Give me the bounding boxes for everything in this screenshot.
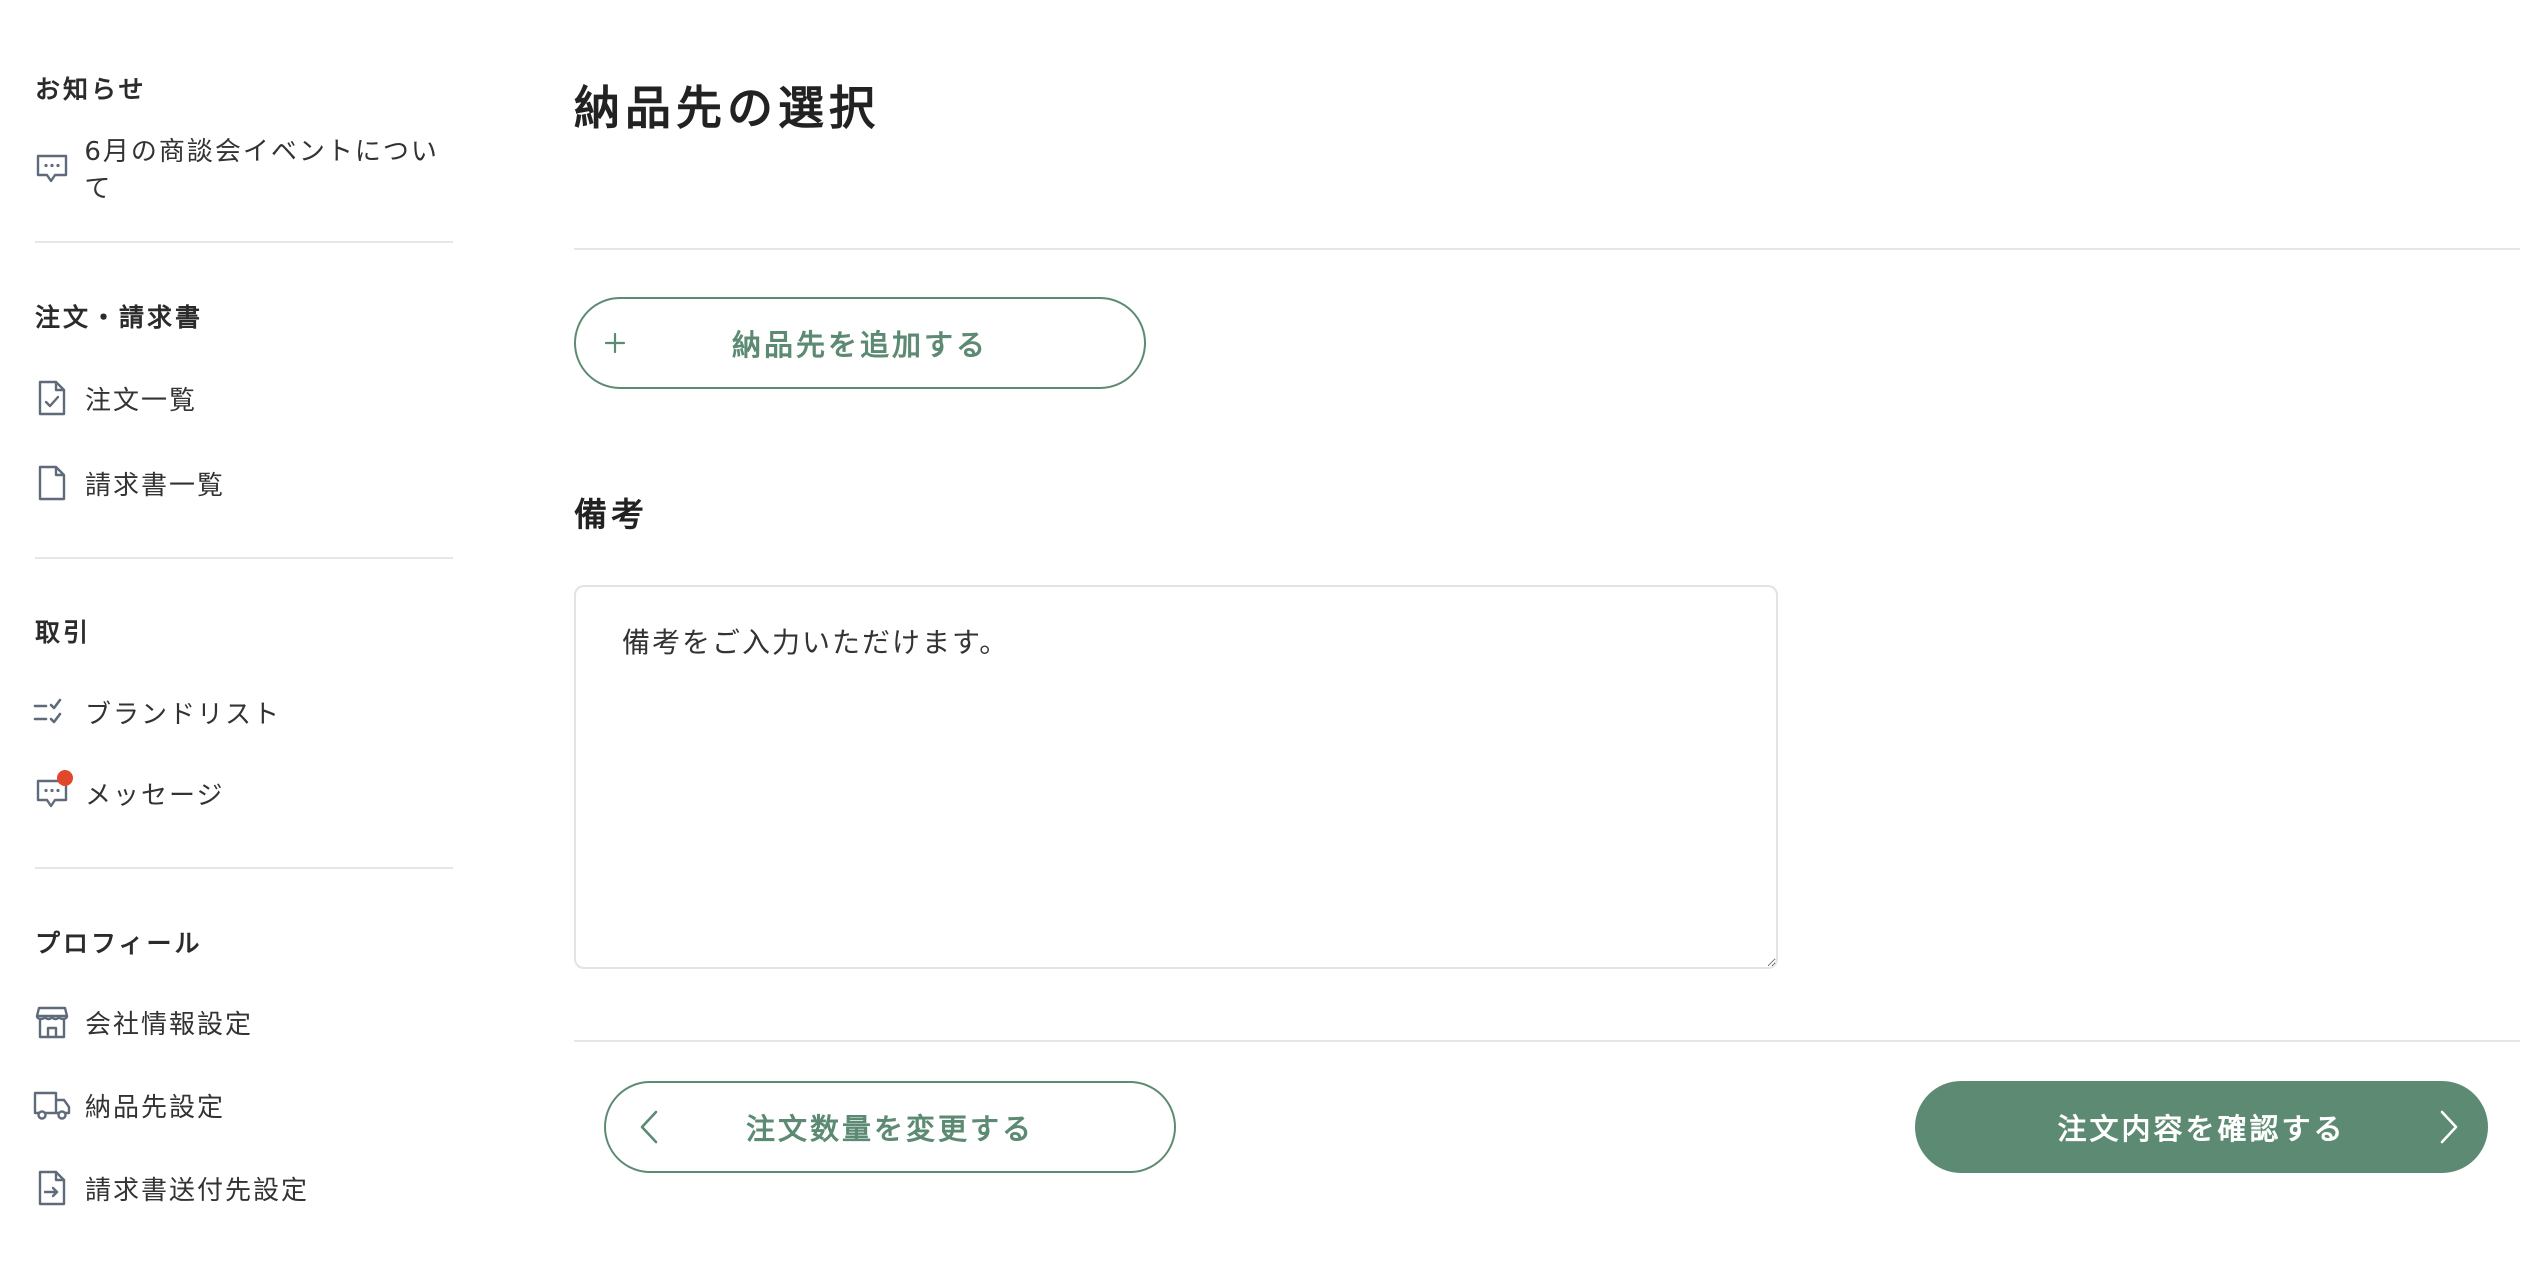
sidebar-divider	[35, 867, 453, 869]
sidebar-item-order-list[interactable]: 注文一覧	[33, 376, 197, 420]
storefront-icon	[33, 1003, 71, 1041]
button-label: 注文内容を確認する	[2057, 1112, 2346, 1146]
section-divider	[574, 248, 2520, 250]
truck-icon	[33, 1086, 71, 1124]
sidebar-divider	[35, 557, 453, 559]
document-check-icon	[33, 379, 71, 417]
section-divider	[574, 1040, 2520, 1042]
sidebar-item-label: 納品先設定	[85, 1092, 226, 1123]
sidebar-item-label: ブランドリスト	[85, 699, 282, 730]
add-delivery-address-button[interactable]: 納品先を追加する	[574, 297, 1146, 389]
sidebar-item-company-settings[interactable]: 会社情報設定	[33, 1000, 253, 1044]
sidebar-item-messages[interactable]: メッセージ	[33, 770, 225, 815]
notification-badge	[57, 770, 73, 786]
remarks-label: 備考	[574, 495, 648, 534]
chevron-right-icon	[2438, 1109, 2460, 1145]
change-order-quantity-button[interactable]: 注文数量を変更する	[604, 1081, 1176, 1173]
chevron-left-icon	[638, 1109, 660, 1145]
chat-bubble-icon	[33, 770, 73, 812]
sidebar-item-delivery-settings[interactable]: 納品先設定	[33, 1083, 225, 1127]
sidebar-section-title-news: お知らせ	[35, 75, 147, 104]
confirm-order-button[interactable]: 注文内容を確認する	[1915, 1081, 2488, 1173]
sidebar-item-label: 注文一覧	[85, 385, 198, 416]
document-arrow-icon	[33, 1169, 71, 1207]
sidebar-item-label: 請求書一覧	[85, 470, 226, 501]
document-icon	[33, 464, 71, 502]
chat-bubble-icon	[33, 149, 70, 187]
page-title: 納品先の選択	[574, 81, 880, 135]
sidebar-section-title-profile: プロフィール	[35, 929, 203, 958]
checklist-icon	[33, 693, 71, 731]
button-label: 注文数量を変更する	[745, 1112, 1034, 1146]
sidebar-item-label: 6月の商談会イベントについて	[84, 137, 439, 204]
plus-icon	[604, 332, 626, 354]
sidebar-item-label: 請求書送付先設定	[85, 1175, 310, 1206]
sidebar-item-invoice-list[interactable]: 請求書一覧	[33, 461, 225, 505]
sidebar-divider	[35, 241, 453, 243]
sidebar-section-title-orders: 注文・請求書	[35, 303, 204, 332]
sidebar-item-invoice-destination-settings[interactable]: 請求書送付先設定	[33, 1166, 309, 1210]
sidebar-item-label: メッセージ	[85, 780, 225, 811]
sidebar: お知らせ 6月の商談会イベントについて 注文・請求書 注文一覧 請求書一覧 取引…	[0, 0, 460, 1270]
sidebar-section-title-trade: 取引	[35, 618, 92, 647]
sidebar-item-label: 会社情報設定	[85, 1009, 254, 1040]
sidebar-item-event-news[interactable]: 6月の商談会イベントについて	[33, 137, 460, 204]
sidebar-item-brand-list[interactable]: ブランドリスト	[33, 690, 281, 734]
button-label: 納品先を追加する	[731, 328, 988, 362]
remarks-textarea[interactable]	[574, 585, 1778, 969]
